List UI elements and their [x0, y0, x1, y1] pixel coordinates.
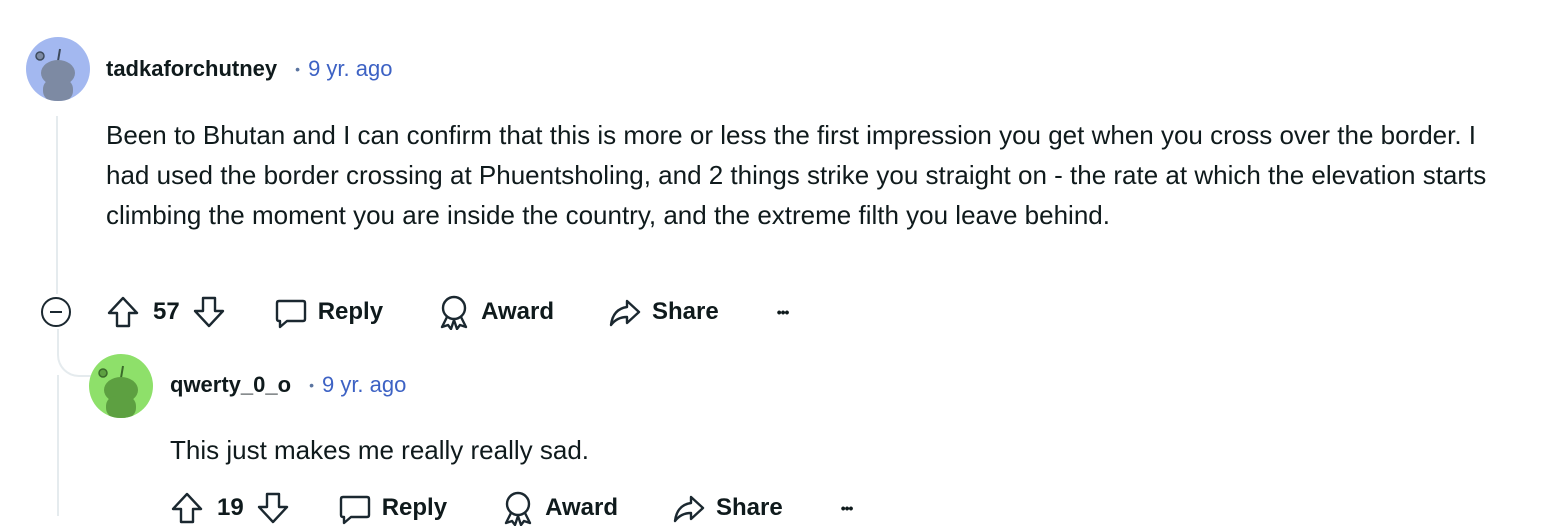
speech-bubble-icon: [339, 495, 370, 525]
avatar[interactable]: [26, 37, 90, 101]
reply-button[interactable]: Reply: [338, 490, 447, 526]
thread-line-continuation: [57, 375, 59, 516]
share-arrow-icon: [673, 495, 705, 523]
reply-button[interactable]: Reply: [274, 294, 383, 330]
downvote-button[interactable]: [256, 490, 290, 526]
share-arrow-icon: [609, 299, 641, 327]
award-label: Award: [481, 298, 554, 325]
username[interactable]: tadkaforchutney: [106, 56, 277, 82]
upvote-button[interactable]: [170, 490, 204, 526]
minus-circle-icon: [50, 311, 62, 313]
share-button[interactable]: Share: [672, 490, 783, 526]
meta-separator: •: [295, 61, 301, 77]
more-options-button[interactable]: •••: [777, 304, 790, 320]
timestamp[interactable]: 9 yr. ago: [308, 56, 392, 82]
reply-label: Reply: [317, 298, 384, 325]
username[interactable]: qwerty_0_o: [170, 372, 291, 398]
collapse-button[interactable]: [41, 297, 71, 327]
comment-actions: 19 Reply Award Share •••: [170, 490, 854, 526]
award-button[interactable]: Award: [501, 490, 618, 526]
share-button[interactable]: Share: [608, 294, 719, 330]
award-button[interactable]: Award: [437, 294, 554, 330]
avatar[interactable]: [89, 354, 153, 418]
arrow-up-icon: [107, 296, 139, 328]
award-ribbon-icon: [440, 295, 468, 330]
meta-separator: •: [309, 377, 314, 393]
vote-score: 19: [217, 494, 244, 521]
comment-actions: 57 Reply Award Share •••: [106, 294, 790, 330]
share-label: Share: [651, 298, 719, 325]
upvote-button[interactable]: [106, 294, 140, 330]
award-label: Award: [545, 494, 618, 521]
comment-meta: tadkaforchutney • 9 yr. ago: [106, 56, 392, 82]
share-label: Share: [715, 494, 783, 521]
downvote-button[interactable]: [192, 294, 226, 330]
arrow-down-icon: [257, 492, 288, 524]
more-options-button[interactable]: •••: [841, 500, 854, 516]
timestamp[interactable]: 9 yr. ago: [322, 372, 406, 398]
speech-bubble-icon: [275, 299, 306, 329]
comment-meta: qwerty_0_o • 9 yr. ago: [170, 372, 406, 398]
reply-label: Reply: [381, 494, 448, 521]
comment-body: This just makes me really really sad.: [170, 435, 590, 465]
award-ribbon-icon: [504, 491, 532, 526]
arrow-down-icon: [193, 296, 224, 328]
comment-body: Been to Bhutan and I can confirm that th…: [106, 120, 1487, 230]
arrow-up-icon: [171, 492, 203, 524]
vote-score: 57: [153, 298, 180, 325]
thread-line: [56, 116, 58, 294]
